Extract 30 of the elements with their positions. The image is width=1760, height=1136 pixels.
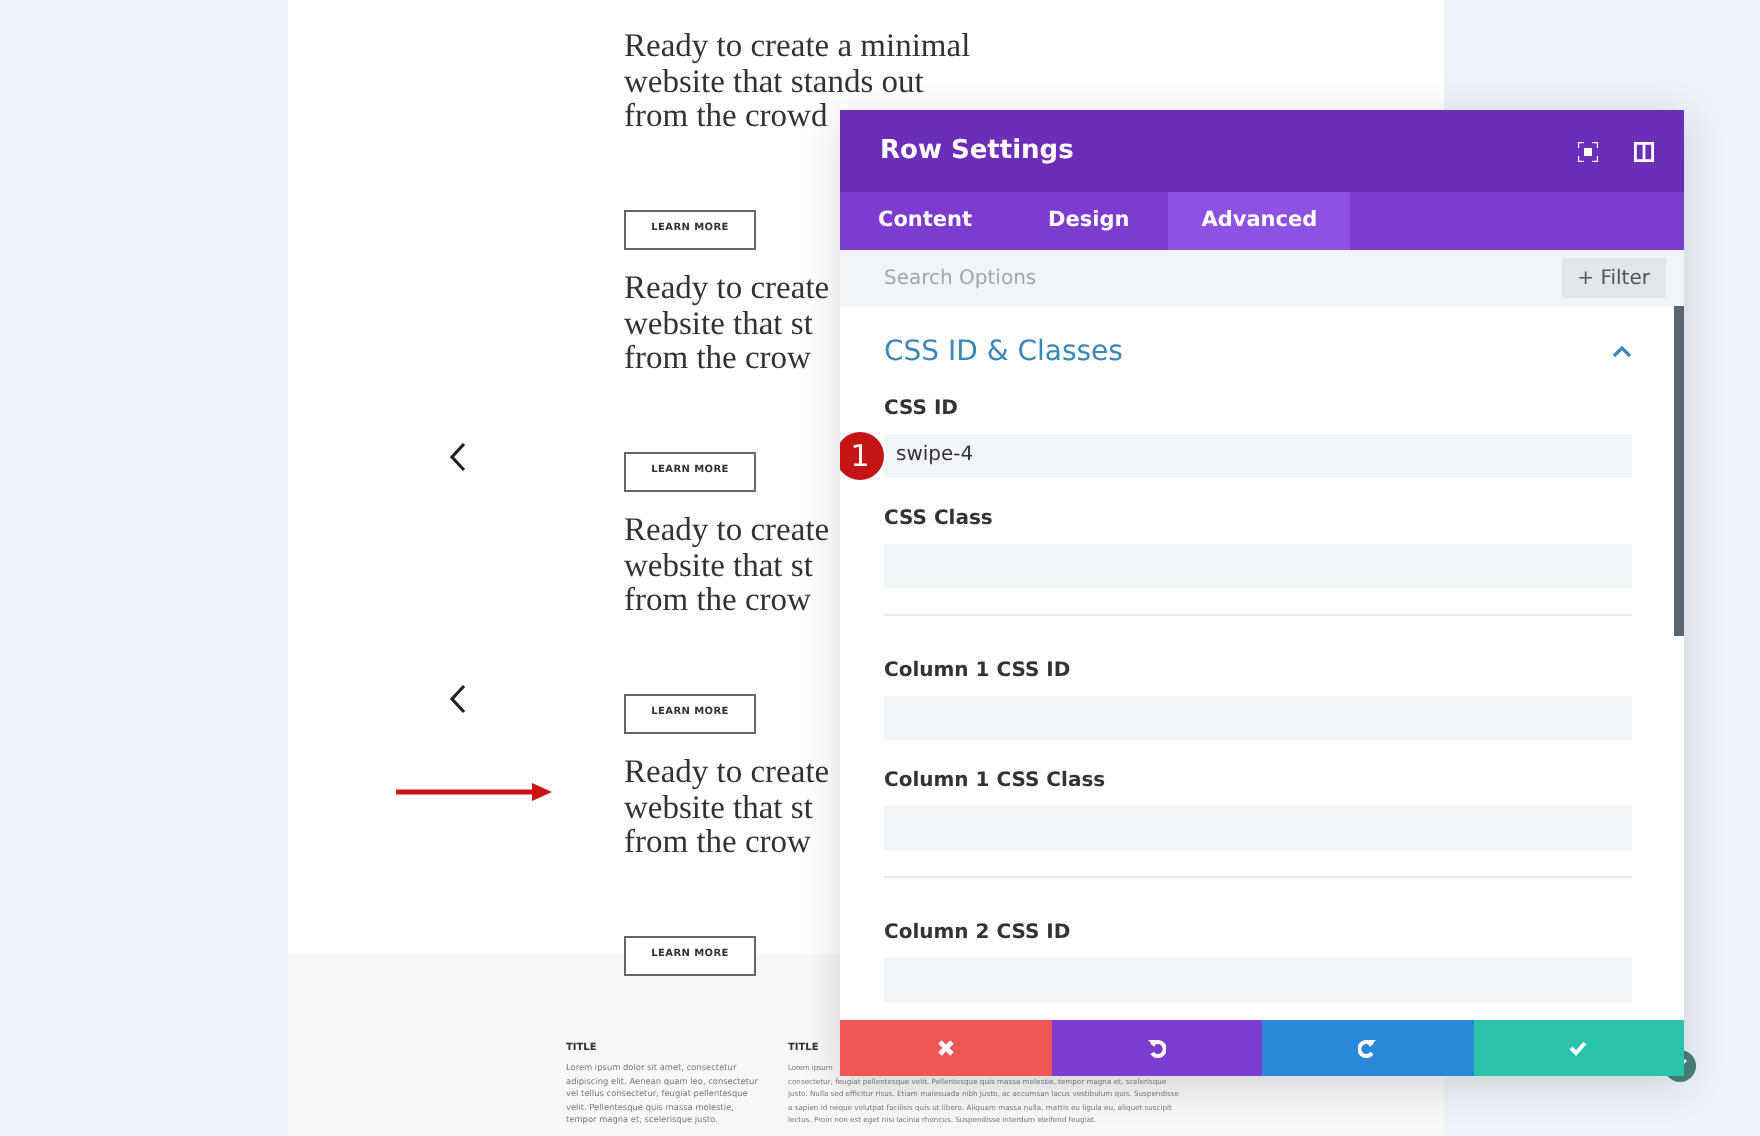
redo-icon [1357,1038,1378,1058]
settings-tab[interactable]: Advanced [1167,192,1350,250]
caret-icon[interactable] [1612,344,1632,361]
field-label: CSS Class [884,505,995,534]
settings-tab[interactable]: Design [1010,192,1168,250]
heading: Ready to create website that st from the crow [624,512,830,617]
sidebar-toggle-icon[interactable] [1634,141,1654,161]
field-label: CSS ID [884,395,960,424]
undo-button[interactable] [1051,1020,1262,1076]
fullscreen-icon[interactable] [1578,141,1598,161]
save-button[interactable] [1473,1020,1684,1076]
heading: Ready to create website that st from the crow [624,754,830,859]
redo-button[interactable] [1262,1020,1473,1076]
check-icon [1568,1038,1589,1058]
undo-icon [1146,1038,1167,1058]
heading: Ready to create website that st from the crow [624,270,830,375]
field-label: Column 2 CSS ID [884,919,1073,948]
field-label: Column 1 CSS ID [884,657,1073,686]
filter-button[interactable]: + Filter [1553,250,1684,306]
field-label: Column 1 CSS Class [884,767,1108,796]
settings-tab[interactable]: Content [840,192,1011,250]
text-field[interactable]: swipe-4 [884,433,1632,478]
close-icon [935,1038,956,1058]
search-field[interactable]: Search Options [840,250,1554,306]
cancel-button[interactable] [840,1020,1051,1076]
step-marker: 1 [840,431,884,480]
heading: Ready to create a minimal website that stands out from the crowd [624,28,971,133]
section-title: CSS ID & Classes [884,336,1123,370]
modal-title: Row Settings [880,135,1074,167]
scrollbar[interactable] [1674,306,1684,636]
